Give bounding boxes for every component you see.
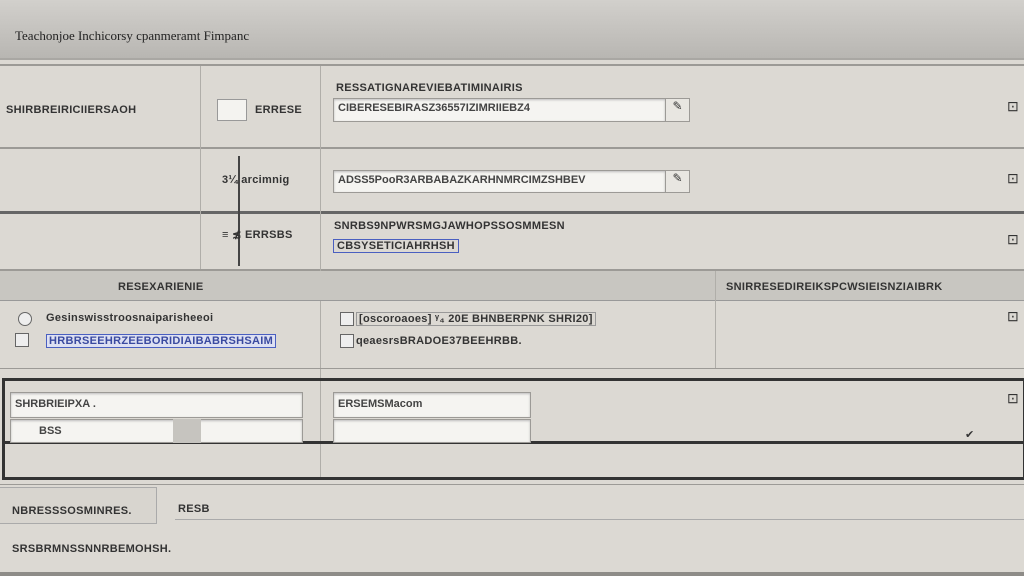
bottom-value: RESB	[178, 503, 210, 515]
row1-check-label: ERRESE	[255, 104, 303, 116]
bottom-border	[0, 572, 1024, 576]
box-side-icon[interactable]: ⊡	[1007, 390, 1019, 407]
window-title: Teachonjoe Inchicorsy cpanmeramt Fimpanc	[15, 28, 250, 43]
row1-field-label: RESSATIGNAREVIEBATIMINAIRIS	[336, 82, 523, 94]
divider	[0, 211, 1024, 214]
mid-item[interactable]: qeaesrsBRADOE37BEEHRBB.	[356, 335, 522, 347]
box-field2[interactable]: BSS	[10, 419, 303, 443]
col1-header: RESEXARIENIE	[118, 281, 204, 293]
doc-icon	[340, 334, 354, 348]
divider	[715, 271, 716, 368]
row3-label: ≡ ≴ ERRSBS	[222, 229, 293, 241]
box-field1[interactable]: SHRBRIEIPXA .	[10, 392, 303, 418]
divider	[0, 368, 1024, 369]
check-icon: ✔	[965, 429, 975, 441]
row2-label: 3¼ arcimnig	[222, 174, 290, 186]
row1-label: SHIRBREIRICIIERSAOH	[6, 104, 137, 116]
tree-connector	[238, 156, 240, 266]
item-label[interactable]: Gesinswisstroosnaiparisheeoi	[46, 312, 213, 324]
box-field2-value: BSS	[39, 425, 62, 437]
row2-input[interactable]: ADSS5PooR3ARBABAZKARHNMRCIMZSHBEV	[333, 170, 666, 193]
row1-edit-button[interactable]: ✎	[665, 98, 690, 122]
divider	[0, 484, 1024, 485]
item-label-selected[interactable]: HRBRSEEHRZEEBORIDIAIBABRSHSAIM	[46, 334, 277, 348]
row1-input[interactable]: CIBERESEBIRASZ36557IZIMRIIEBZ4	[333, 98, 666, 122]
divider	[0, 147, 1024, 149]
doc-icon	[340, 312, 354, 326]
title-bar: Teachonjoe Inchicorsy cpanmeramt Fimpanc	[0, 0, 1024, 60]
row3-field-label: SNRBS9NPWRSMGJAWHOPSSOSMMESN	[334, 220, 565, 232]
row3-side-icon[interactable]: ⊡	[1007, 231, 1019, 248]
row2-side-icon[interactable]: ⊡	[1007, 170, 1019, 187]
footer-text: SRSBRMNSSNNRBEMOHSH.	[12, 543, 172, 555]
divider	[200, 66, 201, 269]
row1-checkbox[interactable]	[217, 99, 247, 121]
section-side-icon[interactable]: ⊡	[1007, 308, 1019, 325]
box-field1-value: SHRBRIEIPXA .	[15, 398, 96, 410]
scroll-handle[interactable]	[173, 419, 201, 443]
col3-header: SNIRRESEDIREIKSPCWSIEISNZIAIBRK	[726, 281, 943, 293]
row1-side-icon[interactable]: ⊡	[1007, 98, 1019, 115]
divider	[175, 519, 1024, 520]
bottom-label: NBRESSSOSMINRES.	[12, 505, 132, 517]
box-field4[interactable]	[333, 419, 531, 443]
box-field3[interactable]: ERSEMSMacom	[333, 392, 531, 418]
checkbox[interactable]	[15, 333, 29, 347]
mid-item[interactable]: [oscoroaoes] ᵞ₄ 20E BHNBERPNK SHRI20]	[356, 312, 596, 326]
divider	[0, 64, 1024, 66]
row2-edit-button[interactable]: ✎	[665, 170, 690, 193]
row3-link[interactable]: CBSYSETICIAHRHSH	[333, 239, 459, 253]
radio[interactable]	[18, 312, 32, 326]
